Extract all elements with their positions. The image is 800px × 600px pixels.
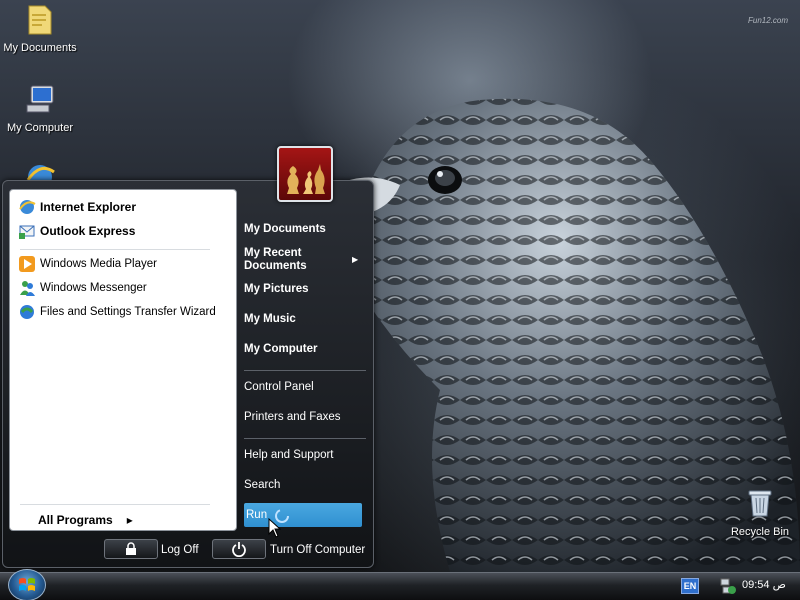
desktop-icon-my-computer[interactable]: My Computer [0, 82, 80, 134]
internet-explorer-icon [19, 200, 36, 214]
power-icon [232, 542, 246, 557]
lock-icon [126, 542, 136, 555]
taskbar [0, 572, 800, 600]
menu-item-my-documents[interactable]: My Documents [244, 223, 364, 236]
watermark-text: Fun12.com [748, 16, 789, 25]
menu-separator [244, 438, 366, 439]
submenu-arrow-icon: ▶ [352, 255, 359, 264]
chevron-right-icon: ▸ [126, 513, 133, 527]
desktop-icon-label: My Documents [3, 42, 77, 54]
menu-item-my-music[interactable]: My Music [244, 313, 364, 326]
user-account-picture[interactable] [277, 146, 333, 202]
menu-item-help-and-support[interactable]: Help and Support [244, 449, 364, 462]
pinned-separator [20, 249, 210, 250]
desktop-icon-recycle-bin[interactable]: Recycle Bin [720, 486, 800, 538]
transfer-wizard-icon [20, 305, 34, 319]
recent-item-files-and-settings-transfer-wizard[interactable]: Files and Settings Transfer Wizard [18, 301, 216, 323]
menu-item-my-computer[interactable]: My Computer [244, 343, 364, 356]
turn-off-button[interactable] [212, 539, 266, 559]
menu-item-search[interactable]: Search [244, 479, 364, 492]
all-programs-separator [20, 504, 210, 505]
start-menu-programs-pane: Internet Explorer Outlook Express Window… [9, 189, 237, 531]
recent-item-label: Files and Settings Transfer Wizard [40, 306, 216, 318]
media-player-icon [19, 256, 35, 272]
turn-off-label[interactable]: Turn Off Computer [270, 544, 365, 556]
windows-logo-icon [19, 578, 35, 591]
messenger-icon [20, 281, 35, 296]
all-programs-label: All Programs [38, 513, 113, 527]
menu-item-control-panel[interactable]: Control Panel [244, 381, 364, 394]
language-indicator[interactable]: EN [681, 578, 699, 594]
desktop-icon-label: My Computer [6, 122, 74, 134]
mouse-cursor-icon [268, 518, 282, 538]
computer-icon [26, 85, 54, 113]
start-button[interactable] [8, 569, 46, 600]
menu-separator [244, 370, 366, 371]
recent-item-windows-media-player[interactable]: Windows Media Player [18, 253, 157, 275]
recent-item-label: Windows Messenger [40, 282, 147, 294]
menu-item-label: Documents [244, 260, 307, 272]
pinned-item-label: Outlook Express [40, 224, 136, 238]
recent-item-windows-messenger[interactable]: Windows Messenger [18, 277, 147, 299]
folder-documents-icon [28, 5, 52, 35]
recent-item-label: Windows Media Player [40, 258, 157, 270]
recycle-bin-icon [748, 490, 772, 517]
pinned-item-label: Internet Explorer [40, 200, 137, 214]
menu-item-label: My Recent [244, 247, 302, 259]
pinned-item-outlook-express[interactable]: Outlook Express [18, 220, 135, 242]
network-status-icon[interactable] [719, 577, 737, 595]
chess-pieces-icon [287, 164, 325, 194]
outlook-express-icon [19, 225, 35, 239]
pinned-item-internet-explorer[interactable]: Internet Explorer [18, 196, 136, 218]
menu-item-run[interactable]: Run [244, 503, 362, 527]
all-programs-button[interactable]: All Programs ▸ [38, 513, 133, 527]
menu-item-my-recent-documents[interactable]: My Recent Documents [244, 247, 364, 273]
log-off-button[interactable] [104, 539, 158, 559]
menu-item-printers-and-faxes[interactable]: Printers and Faxes [244, 411, 364, 424]
taskbar-clock[interactable]: 09:54 ص [742, 578, 786, 591]
menu-item-label: Run [246, 509, 268, 521]
desktop-icon-my-documents[interactable]: My Documents [0, 2, 80, 54]
desktop-icon-label: Recycle Bin [730, 526, 790, 538]
log-off-label[interactable]: Log Off [161, 544, 199, 556]
menu-item-my-pictures[interactable]: My Pictures [244, 283, 364, 296]
